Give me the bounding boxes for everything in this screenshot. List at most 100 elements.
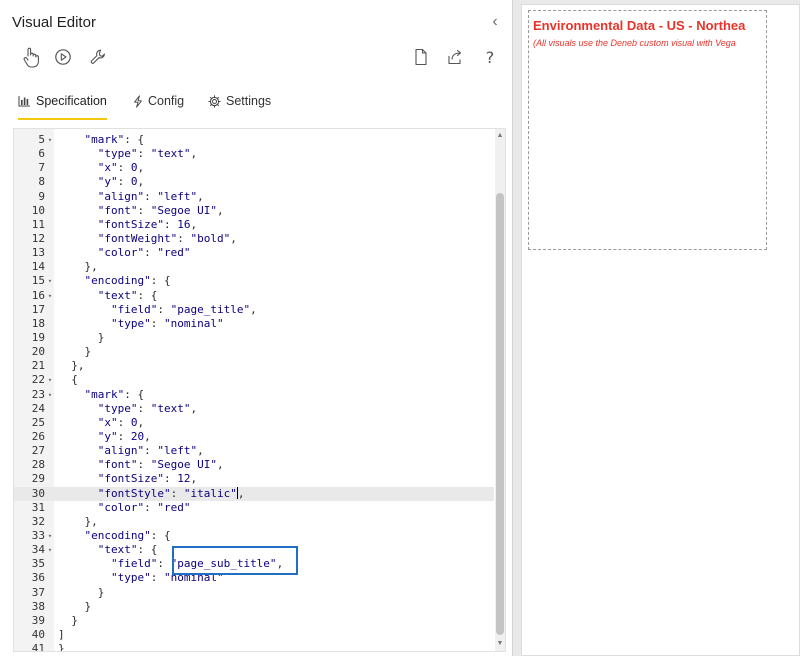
line-number: 16 xyxy=(31,288,45,302)
code-text: } xyxy=(58,330,105,344)
code-text: } xyxy=(58,599,92,613)
code-line[interactable]: 15 ▾ "encoding": { xyxy=(14,274,494,288)
gear-icon xyxy=(208,94,221,108)
line-number: 9 xyxy=(38,189,45,203)
code-line[interactable]: 29 "fontSize": 12, xyxy=(14,472,494,486)
line-number: 12 xyxy=(31,231,45,245)
code-line[interactable]: 8 "y": 0, xyxy=(14,175,494,189)
lightning-icon xyxy=(133,94,143,108)
collapse-panel-button[interactable]: ‹ xyxy=(487,12,503,32)
code-text: "type": "text", xyxy=(97,147,198,161)
scroll-up-arrow[interactable]: ▲ xyxy=(495,131,505,141)
line-number: 33 xyxy=(31,528,45,542)
scrollbar-thumb[interactable] xyxy=(496,193,504,635)
line-number: 7 xyxy=(38,161,45,175)
tab-label: Specification xyxy=(36,94,107,108)
code-text: } xyxy=(58,345,92,359)
code-text: "field": "page_sub_title", xyxy=(110,557,284,571)
line-number: 23 xyxy=(31,387,45,401)
new-file-icon[interactable] xyxy=(410,46,432,68)
code-line[interactable]: 37 } xyxy=(14,586,494,600)
fold-toggle-icon[interactable]: ▾ xyxy=(46,373,54,387)
code-line[interactable]: 34 ▾ "text": { xyxy=(14,543,494,557)
code-line[interactable]: 39 } xyxy=(14,614,494,628)
code-line[interactable]: 41} xyxy=(14,642,494,652)
tab-specification[interactable]: Specification xyxy=(18,84,107,120)
code-text: "fontSize": 16, xyxy=(97,217,198,231)
code-line[interactable]: 6 "type": "text", xyxy=(14,147,494,161)
tab-settings[interactable]: Settings xyxy=(208,84,271,118)
line-number: 34 xyxy=(31,543,45,557)
line-number: 26 xyxy=(31,429,45,443)
fold-toggle-icon[interactable]: ▾ xyxy=(46,529,54,543)
code-text: "encoding": { xyxy=(84,274,171,288)
hand-pointer-icon[interactable] xyxy=(20,46,42,68)
line-number: 36 xyxy=(31,571,45,585)
code-text: "color": "red" xyxy=(97,246,191,260)
code-text: "color": "red" xyxy=(97,500,191,514)
code-line[interactable]: 7 "x": 0, xyxy=(14,161,494,175)
code-line[interactable]: 24 "type": "text", xyxy=(14,402,494,416)
line-number: 18 xyxy=(31,316,45,330)
share-icon[interactable] xyxy=(444,46,466,68)
code-line[interactable]: 17 "field": "page_title", xyxy=(14,303,494,317)
editor-tabs: Specification Config Settings xyxy=(0,84,513,124)
code-line[interactable]: 19 } xyxy=(14,331,494,345)
tab-config[interactable]: Config xyxy=(133,84,184,118)
code-line[interactable]: 27 "align": "left", xyxy=(14,444,494,458)
line-number: 11 xyxy=(31,217,45,231)
editor-scrollbar[interactable]: ▲ ▼ xyxy=(495,129,505,651)
code-line[interactable]: 20 } xyxy=(14,345,494,359)
preview-title: Environmental Data - US - Northea xyxy=(533,18,746,33)
code-line[interactable]: 30 "fontStyle": "italic", xyxy=(14,486,494,501)
fold-toggle-icon[interactable]: ▾ xyxy=(46,133,54,147)
fold-toggle-icon[interactable]: ▾ xyxy=(46,388,54,402)
code-line[interactable]: 22 ▾ { xyxy=(14,373,494,387)
line-number: 20 xyxy=(31,345,45,359)
code-line[interactable]: 26 "y": 20, xyxy=(14,430,494,444)
panel-title: Visual Editor xyxy=(12,14,96,31)
code-text: "fontSize": 12, xyxy=(97,472,198,486)
line-number: 24 xyxy=(31,401,45,415)
code-line[interactable]: 14 }, xyxy=(14,260,494,274)
code-line[interactable]: 11 "fontSize": 16, xyxy=(14,218,494,232)
code-line[interactable]: 28 "font": "Segoe UI", xyxy=(14,458,494,472)
fold-toggle-icon[interactable]: ▾ xyxy=(46,543,54,557)
visual-editor-panel: Visual Editor ‹ ? Specification Config S… xyxy=(0,0,513,656)
code-line[interactable]: 40] xyxy=(14,628,494,642)
code-text: } xyxy=(58,613,78,627)
fold-toggle-icon[interactable]: ▾ xyxy=(46,274,54,288)
json-spec-editor[interactable]: 5 ▾ "mark": {6 "type": "text", 7 "x": 0, 8 … xyxy=(13,128,506,652)
code-text: "text": { xyxy=(97,543,158,557)
code-line[interactable]: 16 ▾ "text": { xyxy=(14,289,494,303)
code-line[interactable]: 25 "x": 0, xyxy=(14,416,494,430)
code-text: "y": 20, xyxy=(97,429,151,443)
help-icon[interactable]: ? xyxy=(479,46,501,68)
line-number: 40 xyxy=(31,627,45,641)
line-number: 5 xyxy=(38,133,45,146)
code-lines: 5 ▾ "mark": {6 "type": "text", 7 "x": 0, 8 … xyxy=(14,133,494,652)
code-line[interactable]: 21 }, xyxy=(14,359,494,373)
code-line[interactable]: 35 "field": "page_sub_title", xyxy=(14,557,494,571)
line-number: 19 xyxy=(31,330,45,344)
fold-toggle-icon[interactable]: ▾ xyxy=(46,289,54,303)
wrench-icon[interactable] xyxy=(87,46,109,68)
code-line[interactable]: 5 ▾ "mark": { xyxy=(14,133,494,147)
tab-label: Settings xyxy=(226,94,272,108)
play-circle-icon[interactable] xyxy=(52,46,74,68)
code-line[interactable]: 13 "color": "red" xyxy=(14,246,494,260)
scroll-down-arrow[interactable]: ▼ xyxy=(495,639,505,649)
code-line[interactable]: 31 "color": "red" xyxy=(14,501,494,515)
line-number: 41 xyxy=(31,642,45,652)
code-line[interactable]: 32 }, xyxy=(14,515,494,529)
code-line[interactable]: 9 "align": "left", xyxy=(14,190,494,204)
code-line[interactable]: 10 "font": "Segoe UI", xyxy=(14,204,494,218)
code-line[interactable]: 38 } xyxy=(14,600,494,614)
code-line[interactable]: 18 "type": "nominal" xyxy=(14,317,494,331)
code-line[interactable]: 12 "fontWeight": "bold", xyxy=(14,232,494,246)
code-line[interactable]: 33 ▾ "encoding": { xyxy=(14,529,494,543)
code-text: "encoding": { xyxy=(84,528,171,542)
deneb-visual-frame[interactable]: Environmental Data - US - Northea (All v… xyxy=(528,10,767,250)
code-line[interactable]: 36 "type": "nominal" xyxy=(14,571,494,585)
code-line[interactable]: 23 ▾ "mark": { xyxy=(14,388,494,402)
